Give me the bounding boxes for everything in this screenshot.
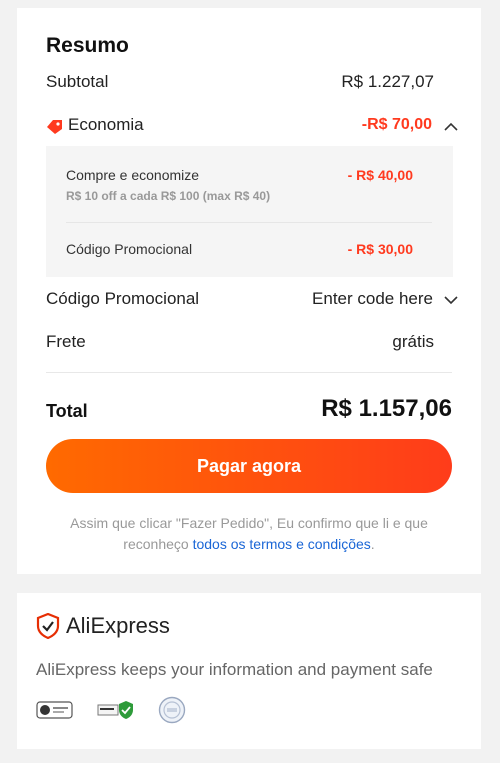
order-summary-card: Resumo Subtotal R$ 1.227,07 Economia -R$… xyxy=(17,8,481,574)
promo-code-label: Código Promocional xyxy=(46,289,200,308)
terms-notice: Assim que clicar "Fazer Pedido", Eu conf… xyxy=(46,513,452,555)
terms-end: . xyxy=(370,536,375,552)
tag-icon xyxy=(47,120,62,134)
brand-name: AliExpress xyxy=(66,613,170,638)
savings-breakdown: Compre e economize R$ 10 off a cada R$ 1… xyxy=(46,146,453,277)
security-badge-icon xyxy=(36,701,73,719)
divider xyxy=(46,372,452,373)
total-value: R$ 1.157,06 xyxy=(321,395,452,422)
savings-item-value: - R$ 30,00 xyxy=(347,241,413,257)
shipping-value: grátis xyxy=(392,332,434,351)
security-message: AliExpress keeps your information and pa… xyxy=(36,660,433,679)
savings-item-label: Compre e economize xyxy=(66,167,200,183)
shipping-label: Frete xyxy=(46,332,86,351)
savings-item-label: Código Promocional xyxy=(66,241,193,257)
savings-item-value: - R$ 40,00 xyxy=(347,167,413,183)
summary-title: Resumo xyxy=(46,34,129,57)
total-label: Total xyxy=(46,401,88,421)
divider xyxy=(66,222,432,223)
shield-icon xyxy=(36,613,60,639)
subtotal-value: R$ 1.227,07 xyxy=(341,72,434,91)
savings-item-sublabel: R$ 10 off a cada R$ 100 (max R$ 40) xyxy=(66,189,271,203)
seal-badge-icon xyxy=(158,696,186,724)
savings-label[interactable]: Economia xyxy=(68,115,144,135)
chevron-up-icon[interactable] xyxy=(444,122,458,131)
terms-link[interactable]: todos os termos e condições xyxy=(193,536,371,552)
promo-code-input[interactable]: Enter code here xyxy=(312,289,433,309)
pay-now-button[interactable]: Pagar agora xyxy=(46,439,452,493)
subtotal-label: Subtotal xyxy=(46,72,109,91)
security-card: AliExpress AliExpress keeps your informa… xyxy=(17,593,481,749)
savings-total-value: -R$ 70,00 xyxy=(361,116,432,133)
verified-badge-icon xyxy=(97,701,133,719)
chevron-down-icon[interactable] xyxy=(444,296,458,305)
